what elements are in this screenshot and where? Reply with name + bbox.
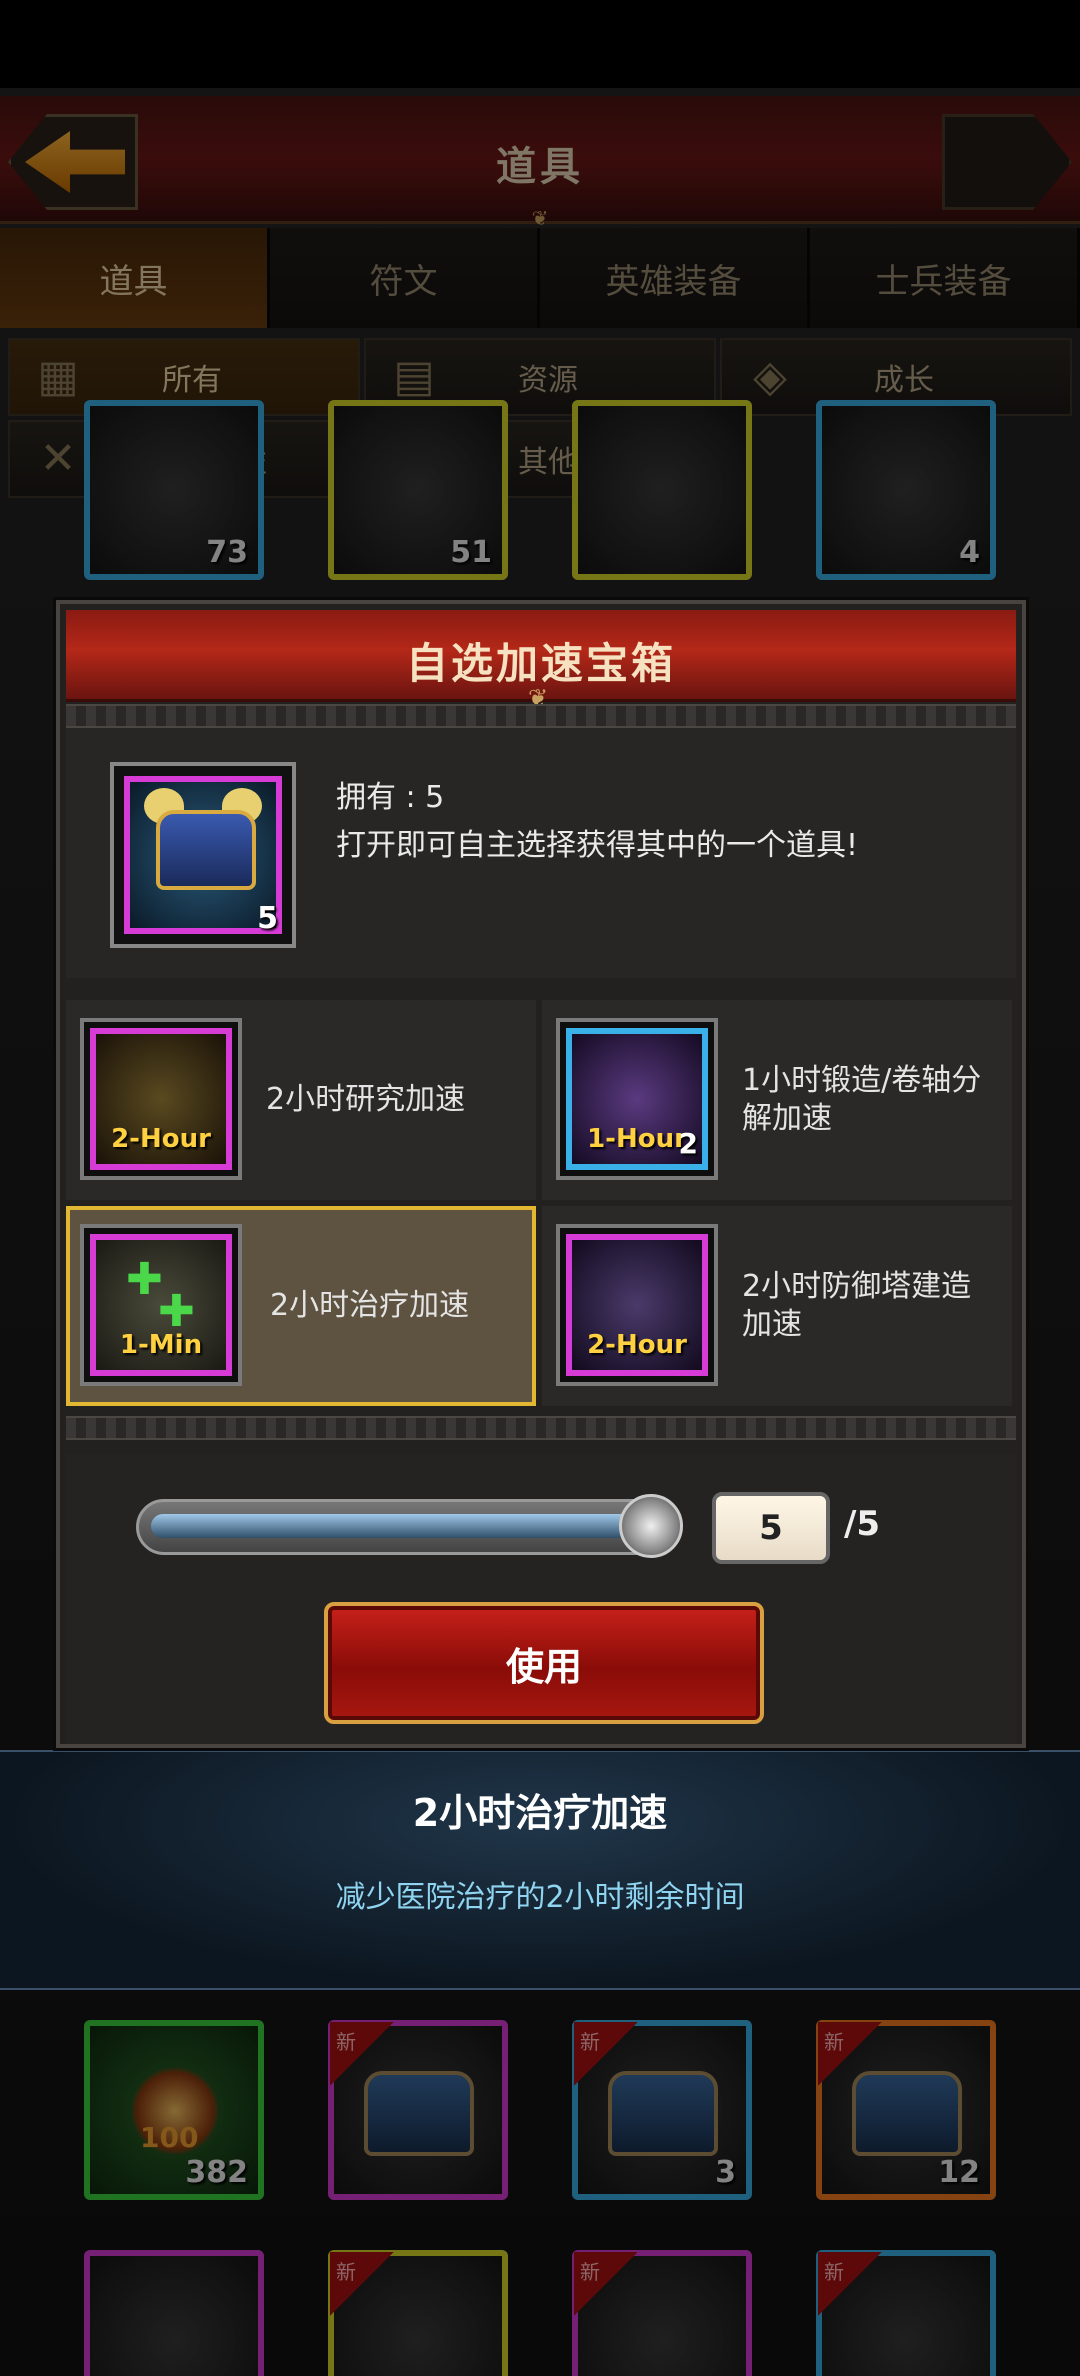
dialog-title: 自选加速宝箱 [405,639,676,688]
choice-label: 1小时锻造/卷轴分解加速 [742,1063,982,1136]
item-count: 3 [715,2155,736,2190]
new-badge: 新 [574,2022,654,2102]
research-potion-icon: 2-Hour [90,1028,232,1170]
item-slot[interactable]: 新 [572,2250,752,2376]
item-slot[interactable] [572,400,752,580]
choice-icon: 2-Hour [80,1018,242,1180]
grid-icon: ▦ [37,351,79,402]
item-slot[interactable]: 73 [84,400,264,580]
item-slot[interactable]: 新 12 [816,2020,996,2200]
choice-label: 2小时治疗加速 [270,1288,470,1323]
anvil-icon: 1-Hour 2 [566,1028,708,1170]
new-badge: 新 [330,2022,410,2102]
title-bar: 道具 [0,96,1080,224]
choice-icon: 2-Hour [556,1224,718,1386]
item-row: 100 382 新 新 3 新 12 [0,2020,1080,2220]
tab-soldier-equipment[interactable]: 士兵装备 [810,228,1080,328]
item-detail-description: 减少医院治疗的2小时剩余时间 [335,1880,745,1915]
title-ornament-icon: ❦ [531,206,549,230]
new-badge: 新 [330,2252,410,2332]
choice-label: 2小时研究加速 [266,1082,466,1117]
crossed-swords-icon: ✕ [39,433,77,484]
choice-forge-speedup[interactable]: 1-Hour 2 1小时锻造/卷轴分解加速 [542,1000,1012,1200]
choice-tower-speedup[interactable]: 2-Hour 2小时防御塔建造加速 [542,1206,1012,1406]
item-count: 73 [206,535,248,570]
slider-handle[interactable] [619,1494,683,1558]
item-detail-banner: 2小时治疗加速 减少医院治疗的2小时剩余时间 [0,1750,1080,1990]
item-slot[interactable]: 新 [328,2020,508,2200]
healing-cross-icon: ✚ ✚ 1-Min [90,1234,232,1376]
item-slot[interactable]: 100 382 [84,2020,264,2200]
tower-icon: 2-Hour [566,1234,708,1376]
item-detail-name: 2小时治疗加速 [412,1791,668,1835]
choice-icon: ✚ ✚ 1-Min [80,1224,242,1386]
chest-item-icon: 5 [110,762,296,948]
chevron-up-icon: ◈ [753,351,787,402]
tab-items[interactable]: 道具 [0,228,270,328]
page-title: 道具 [496,144,584,190]
slider-fill [151,1514,641,1538]
item-count: 51 [450,535,492,570]
quantity-max: /5 [844,1504,881,1544]
item-row: 新 新 新 [0,2250,1080,2376]
owned-section: 5 拥有 : 5 打开即可自主选择获得其中的一个道具! [66,728,1016,978]
filter-label: 所有 [162,363,222,398]
choice-research-speedup[interactable]: 2-Hour 2小时研究加速 [66,1000,536,1200]
winged-chest-icon [156,810,256,890]
item-slot[interactable]: 4 [816,400,996,580]
item-slot[interactable]: 新 [816,2250,996,2376]
new-badge: 新 [574,2252,654,2332]
header-ornament [942,114,1072,210]
item-slot[interactable]: 新 [328,2250,508,2376]
tab-hero-equipment[interactable]: 英雄装备 [540,228,810,328]
choice-icon: 1-Hour 2 [556,1018,718,1180]
item-count: 4 [959,535,980,570]
item-slot[interactable]: 新 3 [572,2020,752,2200]
category-tabs: 道具 符文 英雄装备 士兵装备 [0,228,1080,328]
item-overlay-value: 100 [140,2121,199,2154]
item-slot[interactable]: 51 [328,400,508,580]
new-badge: 新 [818,2252,898,2332]
divider [66,704,1016,728]
quantity-section: 5 /5 使用 [66,1454,1016,1744]
use-button[interactable]: 使用 [324,1602,764,1724]
quantity-input[interactable]: 5 [712,1492,830,1564]
bricks-icon: ▤ [393,351,435,402]
choice-healing-speedup[interactable]: ✚ ✚ 1-Min 2小时治疗加速 [66,1206,536,1406]
filter-label: 资源 [518,363,578,398]
item-slot[interactable] [84,2250,264,2376]
selection-chest-dialog: 自选加速宝箱 ❦ 5 拥有 : 5 打开即可自主选择获得其中的一个道具! 2-H… [56,600,1026,1748]
divider [66,1416,1016,1440]
tab-runes[interactable]: 符文 [270,228,540,328]
item-count: 12 [938,2155,980,2190]
item-count: 5 [257,901,278,936]
item-count: 382 [185,2155,248,2190]
quantity-slider[interactable] [136,1494,683,1558]
chest-description: 打开即可自主选择获得其中的一个道具! [336,828,859,863]
new-badge: 新 [818,2022,898,2102]
choice-grid: 2-Hour 2小时研究加速 1-Hour 2 1小时锻造/卷轴分解加速 ✚ ✚… [66,1000,1016,1410]
choice-label: 2小时防御塔建造加速 [742,1269,972,1342]
owned-label: 拥有 : 5 [336,780,445,815]
filter-label: 成长 [874,363,934,398]
